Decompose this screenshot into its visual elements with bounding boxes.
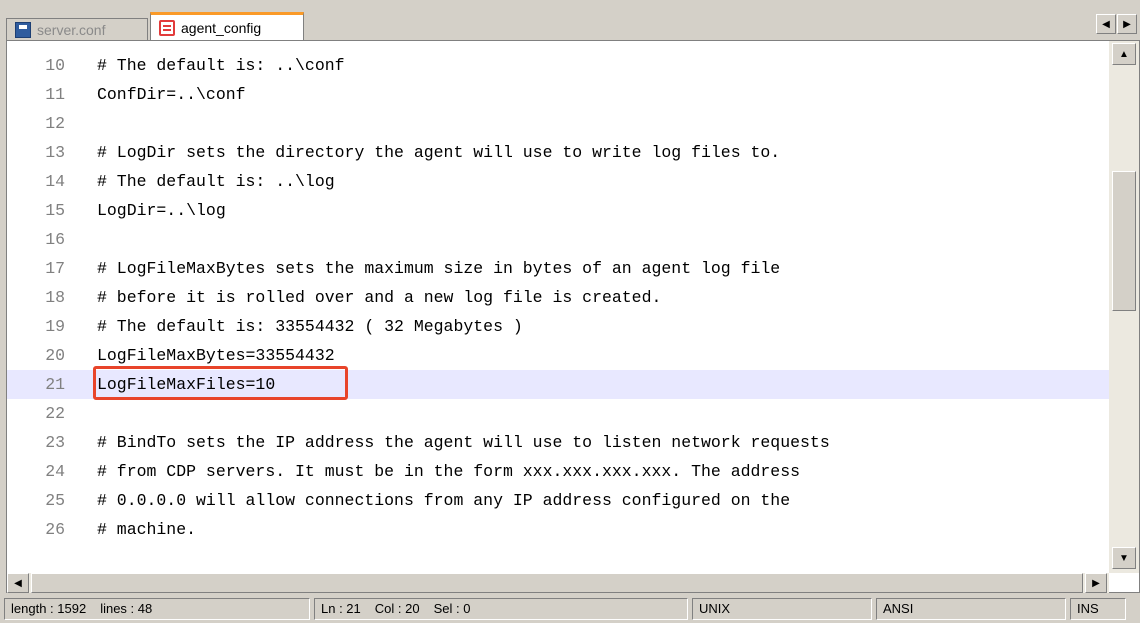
highlight-annotation-box	[93, 366, 348, 400]
line-number: 15	[45, 201, 65, 220]
scroll-right-button[interactable]: ▶	[1085, 573, 1107, 593]
status-sel: Sel : 0	[433, 601, 471, 616]
line-text[interactable]: # The default is: ..\log	[97, 167, 335, 196]
editor-line[interactable]: 10 # The default is: ..\conf	[7, 51, 1115, 80]
tab-label: agent_config	[181, 19, 262, 36]
line-text[interactable]: # LogDir sets the directory the agent wi…	[97, 138, 780, 167]
unsaved-file-icon	[159, 19, 175, 36]
arrow-down-icon: ▼	[1119, 552, 1129, 564]
tab-scroll-right-button[interactable]: ▶	[1117, 14, 1137, 34]
editor-line[interactable]: 22	[7, 399, 1115, 428]
line-number: 17	[45, 259, 65, 278]
editor-line[interactable]: 26 # machine.	[7, 515, 1115, 544]
tab-label: server.conf	[37, 21, 106, 38]
line-number: 10	[45, 56, 65, 75]
tab-scroll-left-button[interactable]: ◀	[1096, 14, 1116, 34]
editor-line[interactable]: 15 LogDir=..\log	[7, 196, 1115, 225]
line-number: 25	[45, 491, 65, 510]
editor-line[interactable]: 17 # LogFileMaxBytes sets the maximum siz…	[7, 254, 1115, 283]
status-lines: lines : 48	[100, 601, 153, 616]
line-text[interactable]: # LogFileMaxBytes sets the maximum size …	[97, 254, 780, 283]
tab-server-conf[interactable]: server.conf	[6, 18, 148, 40]
floppy-disk-icon	[15, 21, 31, 38]
scroll-up-button[interactable]: ▲	[1112, 43, 1136, 65]
status-length: length : 1592	[11, 601, 87, 616]
line-text[interactable]: # machine.	[97, 515, 196, 544]
line-number: 16	[45, 230, 65, 249]
line-text[interactable]: ConfDir=..\conf	[97, 80, 246, 109]
arrow-right-icon: ▶	[1123, 18, 1131, 30]
editor-line[interactable]: 12	[7, 109, 1115, 138]
line-number: 23	[45, 433, 65, 452]
editor-line[interactable]: 11 ConfDir=..\conf	[7, 80, 1115, 109]
line-number: 21	[45, 375, 65, 394]
tab-bar: server.conf agent_config ◀ ▶	[0, 0, 1140, 40]
editor-line[interactable]: 25 # 0.0.0.0 will allow connections from …	[7, 486, 1115, 515]
status-bar: length : 1592 lines : 48 Ln : 21 Col : 20 S…	[0, 596, 1140, 623]
line-text[interactable]: # from CDP servers. It must be in the fo…	[97, 457, 800, 486]
vertical-scroll-thumb[interactable]	[1112, 171, 1136, 311]
line-number: 12	[45, 114, 65, 133]
text-editor[interactable]: 10 # The default is: ..\conf 11 ConfDir=..\…	[6, 40, 1140, 593]
line-number: 22	[45, 404, 65, 423]
line-number: 13	[45, 143, 65, 162]
line-number: 14	[45, 172, 65, 191]
editor-line[interactable]: 19 # The default is: 33554432 ( 32 Megaby…	[7, 312, 1115, 341]
line-text[interactable]: LogDir=..\log	[97, 196, 226, 225]
status-document-info: length : 1592 lines : 48	[4, 598, 310, 620]
line-text[interactable]: # The default is: 33554432 ( 32 Megabyte…	[97, 312, 523, 341]
line-number: 24	[45, 462, 65, 481]
editor-line[interactable]: 13 # LogDir sets the directory the agent …	[7, 138, 1115, 167]
arrow-right-icon: ▶	[1092, 577, 1100, 589]
line-text[interactable]: # before it is rolled over and a new log…	[97, 283, 661, 312]
horizontal-scrollbar[interactable]: ◀ ▶	[7, 573, 1109, 593]
status-col: Col : 20	[374, 601, 420, 616]
horizontal-scroll-thumb[interactable]	[31, 573, 1083, 593]
arrow-left-icon: ◀	[14, 577, 22, 589]
line-text[interactable]: # 0.0.0.0 will allow connections from an…	[97, 486, 790, 515]
editor-line[interactable]: 18 # before it is rolled over and a new l…	[7, 283, 1115, 312]
editor-line[interactable]: 23 # BindTo sets the IP address the agent…	[7, 428, 1115, 457]
line-number: 11	[45, 85, 65, 104]
line-text[interactable]: # BindTo sets the IP address the agent w…	[97, 428, 830, 457]
editor-line[interactable]: 14 # The default is: ..\log	[7, 167, 1115, 196]
editor-line[interactable]: 21 LogFileMaxFiles=10	[7, 366, 1115, 400]
arrow-left-icon: ◀	[1102, 18, 1110, 30]
line-number: 26	[45, 520, 65, 539]
status-cursor-info: Ln : 21 Col : 20 Sel : 0	[314, 598, 688, 620]
editor-lines[interactable]: 10 # The default is: ..\conf 11 ConfDir=..\…	[7, 51, 1115, 544]
line-number: 19	[45, 317, 65, 336]
vertical-scrollbar[interactable]: ▲ ▼	[1109, 41, 1139, 573]
scroll-left-button[interactable]: ◀	[7, 573, 29, 593]
line-number: 20	[45, 346, 65, 365]
status-insert-mode: INS	[1070, 598, 1126, 620]
status-encoding: ANSI	[876, 598, 1066, 620]
editor-line[interactable]: 24 # from CDP servers. It must be in the …	[7, 457, 1115, 486]
line-number: 18	[45, 288, 65, 307]
arrow-up-icon: ▲	[1119, 48, 1129, 60]
status-ln: Ln : 21	[321, 601, 361, 616]
line-text[interactable]: # The default is: ..\conf	[97, 51, 345, 80]
editor-line[interactable]: 16	[7, 225, 1115, 254]
status-eol: UNIX	[692, 598, 872, 620]
scroll-down-button[interactable]: ▼	[1112, 547, 1136, 569]
tab-agent-config[interactable]: agent_config	[150, 12, 304, 40]
